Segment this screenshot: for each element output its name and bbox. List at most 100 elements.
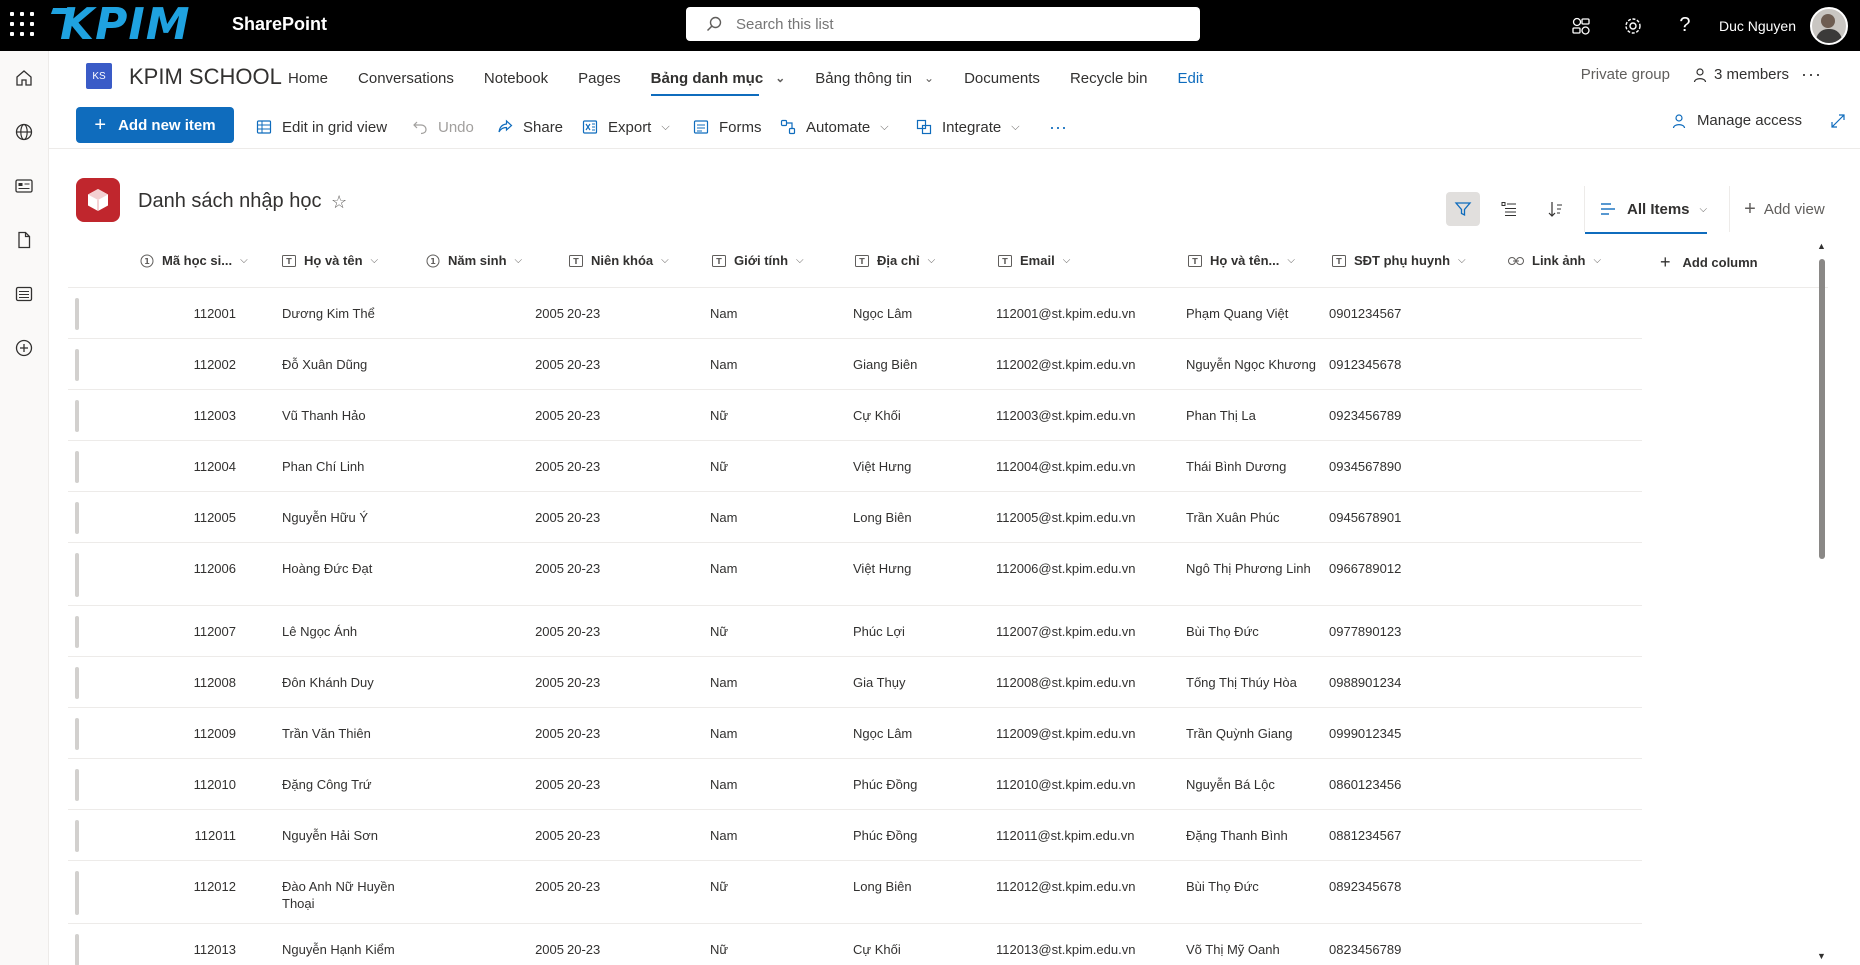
add-column-button[interactable]: + Add column <box>1660 253 1758 271</box>
scrollbar-thumb[interactable] <box>1819 259 1825 559</box>
document-icon[interactable] <box>0 213 48 267</box>
user-name[interactable]: Duc Nguyen <box>1719 18 1796 34</box>
table-row[interactable]: 112012 Đào Anh Nữ Huyền Thoại 2005 20-23 Nữ L… <box>68 861 1642 924</box>
nav-conversations[interactable]: Conversations <box>358 58 454 98</box>
favorite-star-icon[interactable]: ☆ <box>331 192 347 213</box>
column-header-gioi-tinh[interactable]: T Giới tính ⌵ <box>712 253 804 268</box>
cell-name[interactable]: Lê Ngọc Ánh <box>282 623 408 640</box>
cell-name[interactable]: Đỗ Xuân Dũng <box>282 356 408 373</box>
news-icon[interactable] <box>0 159 48 213</box>
manage-access-button[interactable]: Manage access <box>1671 112 1802 129</box>
table-row[interactable]: 112013 Nguyễn Hạnh Kiểm 2005 20-23 Nữ Cự Khối… <box>68 924 1642 965</box>
cell-name[interactable]: Nguyễn Hữu Ý <box>282 509 408 526</box>
column-header-ho-va-ten-phu-huynh[interactable]: T Họ và tên... ⌵ <box>1188 253 1295 268</box>
undo-button[interactable]: Undo <box>412 112 474 142</box>
table-row[interactable]: 112004 Phan Chí Linh 2005 20-23 Nữ Việt Hưng 1… <box>68 441 1642 492</box>
cell-name[interactable]: Trần Văn Thiên <box>282 725 408 742</box>
globe-icon[interactable] <box>0 105 48 159</box>
site-logo[interactable]: KS <box>86 63 112 89</box>
filter-icon[interactable] <box>1446 192 1480 226</box>
row-selector[interactable] <box>75 871 79 915</box>
home-icon[interactable] <box>0 51 48 105</box>
sort-icon[interactable] <box>1538 192 1572 226</box>
more-options-icon[interactable]: ··· <box>1801 64 1822 85</box>
integrate-button[interactable]: Integrate ⌵ <box>916 112 1020 142</box>
list-title[interactable]: Danh sách nhập học <box>138 190 321 213</box>
column-header-ho-va-ten[interactable]: T Họ và tên ⌵ <box>282 253 378 268</box>
table-row[interactable]: 112010 Đặng Công Trứ 2005 20-23 Nam Phúc Đồng… <box>68 759 1642 810</box>
row-selector[interactable] <box>75 349 79 381</box>
share-button[interactable]: Share <box>497 112 563 142</box>
nav-notebook[interactable]: Notebook <box>484 58 548 98</box>
column-header-email[interactable]: T Email ⌵ <box>998 253 1070 268</box>
search-input[interactable] <box>734 14 1158 34</box>
create-plus-icon[interactable] <box>0 321 48 375</box>
settings-gear-icon[interactable] <box>1607 0 1659 51</box>
vertical-scrollbar[interactable]: ▲ ▼ <box>1816 237 1828 965</box>
cell-name[interactable]: Nguyễn Hạnh Kiểm <box>282 941 408 958</box>
cell-name[interactable]: Vũ Thanh Hảo <box>282 407 408 424</box>
chevron-down-icon[interactable]: ⌄ <box>775 71 785 85</box>
table-row[interactable]: 112002 Đỗ Xuân Dũng 2005 20-23 Nam Giang Biên… <box>68 339 1642 390</box>
chevron-down-icon[interactable]: ⌄ <box>924 71 934 85</box>
row-selector[interactable] <box>75 616 79 648</box>
row-selector[interactable] <box>75 451 79 483</box>
table-row[interactable]: 112006 Hoàng Đức Đạt 2005 20-23 Nam Việt Hưng… <box>68 543 1642 606</box>
row-selector[interactable] <box>75 718 79 750</box>
row-selector[interactable] <box>75 298 79 330</box>
nav-home[interactable]: Home <box>288 58 328 98</box>
group-by-icon[interactable] <box>1492 192 1526 226</box>
cell-name[interactable]: Dương Kim Thể <box>282 305 408 322</box>
cell-name[interactable]: Đôn Khánh Duy <box>282 674 408 691</box>
user-avatar[interactable] <box>1810 6 1848 45</box>
cell-name[interactable]: Nguyễn Hải Sơn <box>282 827 408 844</box>
row-selector[interactable] <box>75 502 79 534</box>
table-row[interactable]: 112003 Vũ Thanh Hảo 2005 20-23 Nữ Cự Khối 1120… <box>68 390 1642 441</box>
site-title[interactable]: KPIM SCHOOL <box>129 64 282 90</box>
row-selector[interactable] <box>75 667 79 699</box>
table-row[interactable]: 112011 Nguyễn Hải Sơn 2005 20-23 Nam Phúc Đồn… <box>68 810 1642 861</box>
column-header-ma-hoc-sinh[interactable]: 1 Mã học si... ⌵ <box>140 253 248 268</box>
cell-name[interactable]: Đặng Công Trứ <box>282 776 408 793</box>
search-box[interactable] <box>686 7 1200 41</box>
nav-edit-link[interactable]: Edit <box>1177 58 1203 98</box>
table-row[interactable]: 112007 Lê Ngọc Ánh 2005 20-23 Nữ Phúc Lợi 1120… <box>68 606 1642 657</box>
column-header-nien-khoa[interactable]: T Niên khóa ⌵ <box>569 253 669 268</box>
forms-button[interactable]: Forms <box>693 112 762 142</box>
add-view-button[interactable]: + Add view <box>1729 186 1825 232</box>
column-header-sdt-phu-huynh[interactable]: T SĐT phụ huynh ⌵ <box>1332 253 1466 268</box>
sharepoint-app-name[interactable]: SharePoint <box>232 14 327 35</box>
table-row[interactable]: 112009 Trần Văn Thiên 2005 20-23 Nam Ngọc Lâm… <box>68 708 1642 759</box>
edit-grid-view-button[interactable]: Edit in grid view <box>256 112 387 142</box>
kpim-logo[interactable]: KPIM <box>50 2 196 48</box>
scroll-down-icon[interactable]: ▼ <box>1817 951 1826 961</box>
column-header-nam-sinh[interactable]: 1 Năm sinh ⌵ <box>426 253 522 268</box>
connections-icon[interactable] <box>1555 0 1607 51</box>
app-launcher-icon[interactable] <box>10 12 36 38</box>
row-selector[interactable] <box>75 934 79 965</box>
column-header-link-anh[interactable]: Link ảnh ⌵ <box>1508 253 1601 268</box>
scroll-up-icon[interactable]: ▲ <box>1817 241 1826 251</box>
members-button[interactable]: 3 members <box>1692 66 1789 83</box>
row-selector[interactable] <box>75 400 79 432</box>
row-selector[interactable] <box>75 820 79 852</box>
cell-name[interactable]: Phan Chí Linh <box>282 458 408 475</box>
view-switcher-all-items[interactable]: All Items ⌵ <box>1584 186 1708 234</box>
row-selector[interactable] <box>75 553 79 597</box>
column-header-dia-chi[interactable]: T Địa chỉ ⌵ <box>855 253 935 268</box>
help-icon[interactable]: ? <box>1659 0 1711 51</box>
more-commands-icon[interactable]: ··· <box>1049 112 1067 142</box>
expand-icon[interactable] <box>1830 113 1846 129</box>
lists-icon[interactable] <box>0 267 48 321</box>
table-row[interactable]: 112001 Dương Kim Thể 2005 20-23 Nam Ngọc Lâm 1… <box>68 288 1642 339</box>
row-selector[interactable] <box>75 769 79 801</box>
export-button[interactable]: Export ⌵ <box>582 112 670 142</box>
table-row[interactable]: 112008 Đôn Khánh Duy 2005 20-23 Nam Gia Thụy 1… <box>68 657 1642 708</box>
table-row[interactable]: 112005 Nguyễn Hữu Ý 2005 20-23 Nam Long Biên 1… <box>68 492 1642 543</box>
nav-pages[interactable]: Pages <box>578 58 621 98</box>
cell-name[interactable]: Hoàng Đức Đạt <box>282 560 408 577</box>
nav-documents[interactable]: Documents <box>964 58 1040 98</box>
cell-name[interactable]: Đào Anh Nữ Huyền Thoại <box>282 878 408 912</box>
nav-bang-danh-muc[interactable]: Bảng danh mục ⌄ <box>650 58 785 98</box>
nav-recycle-bin[interactable]: Recycle bin <box>1070 58 1148 98</box>
